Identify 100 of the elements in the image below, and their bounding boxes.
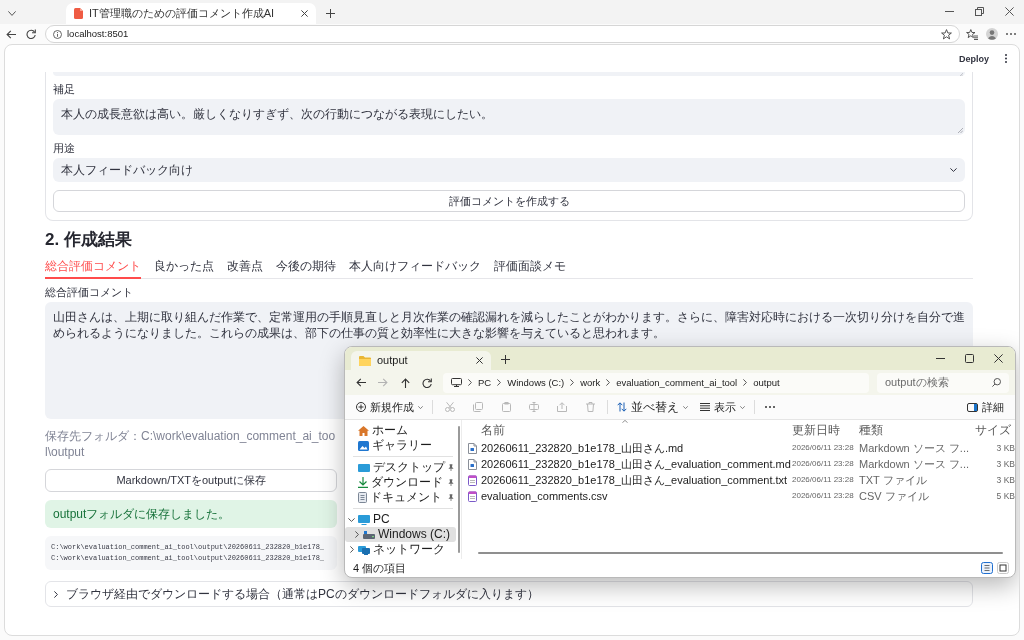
modified-date: 2026/06/11 23:28 xyxy=(792,458,855,470)
close-icon[interactable] xyxy=(476,357,483,364)
nav-item[interactable]: ダウンロード xyxy=(345,475,456,490)
address-bar[interactable]: PC Windows (C:) work evaluation_comment_ai_tool output xyxy=(443,372,869,393)
sort-button[interactable]: 並べ替え xyxy=(614,397,691,417)
address-field[interactable]: localhost:8501 xyxy=(45,25,960,43)
view-button[interactable]: 表示 xyxy=(697,397,748,417)
network-icon xyxy=(358,544,370,555)
file-name[interactable]: 20260611_232820_b1e178_山田さん.md xyxy=(481,440,684,456)
details-button[interactable]: 詳細 xyxy=(964,397,1007,417)
breadcrumb-item[interactable]: PC xyxy=(478,376,492,389)
file-size: 3 KB xyxy=(995,474,1015,486)
app-logo-icon xyxy=(74,8,83,19)
document-icon xyxy=(358,492,367,503)
tab[interactable]: 本人向けフィードバック xyxy=(349,255,481,279)
nav-item[interactable]: デスクトップ xyxy=(345,460,456,475)
modified-date: 2026/06/11 23:28 xyxy=(792,474,855,486)
back-arrow-icon[interactable] xyxy=(6,29,16,39)
text-area[interactable]: 本人の成長意欲は高い。厳しくなりすぎず、次の行動につながる表現にしたい。 xyxy=(53,99,965,135)
close-icon[interactable] xyxy=(1005,6,1014,16)
refresh-icon[interactable] xyxy=(422,377,432,388)
nav-item[interactable]: PC xyxy=(345,512,456,527)
home-icon xyxy=(358,425,369,436)
tab[interactable]: 良かった点 xyxy=(154,255,214,279)
chevron-right-icon[interactable] xyxy=(354,531,359,538)
explorer-tab[interactable]: output xyxy=(351,351,491,370)
file-icon xyxy=(468,458,477,470)
file-type: TXT ファイル xyxy=(859,472,928,488)
chevron-right-icon xyxy=(570,379,575,386)
minimize-icon[interactable] xyxy=(945,10,954,12)
nav-item[interactable]: ギャラリー xyxy=(345,438,456,453)
success-message: outputフォルダに保存しました。 xyxy=(45,500,337,528)
deploy-button[interactable]: Deploy xyxy=(955,50,993,67)
chevron-right-icon[interactable] xyxy=(349,546,354,553)
nav-item[interactable]: ホーム xyxy=(345,423,456,438)
avatar-icon[interactable] xyxy=(986,28,998,40)
sort-icon xyxy=(617,402,627,412)
square-view-icon[interactable] xyxy=(997,562,1009,574)
modified-date: 2026/06/11 23:28 xyxy=(792,490,855,502)
column-header[interactable]: 種類 xyxy=(859,422,971,438)
favorites-icon[interactable] xyxy=(966,28,978,40)
file-type: Markdown ソース フ... xyxy=(859,456,971,472)
list-view-icon[interactable] xyxy=(981,562,993,574)
submit-button[interactable]: 評価コメントを作成する xyxy=(53,190,965,212)
caret-down-icon xyxy=(418,405,423,409)
column-header[interactable]: サイズ xyxy=(975,422,1015,438)
column-header[interactable]: 名前 xyxy=(468,422,788,438)
breadcrumb-item[interactable]: work xyxy=(580,376,601,389)
plus-icon[interactable] xyxy=(326,9,335,18)
close-icon[interactable] xyxy=(301,10,308,17)
new-button[interactable]: 新規作成 xyxy=(353,397,426,417)
plus-circle-icon xyxy=(356,402,366,412)
tab[interactable]: 今後の期待 xyxy=(276,255,336,279)
field-label: 用途 xyxy=(53,141,75,156)
resize-grip-icon xyxy=(958,128,963,133)
nav-item[interactable]: ネットワーク xyxy=(345,542,456,557)
tab[interactable]: 評価面談メモ xyxy=(494,255,566,279)
caret-down-icon xyxy=(683,405,688,409)
search-field[interactable]: outputの検索 xyxy=(877,372,1009,393)
chevron-down-icon[interactable] xyxy=(8,11,16,16)
scrollbar[interactable] xyxy=(458,426,460,553)
close-icon[interactable] xyxy=(994,354,1003,363)
chevron-down-icon xyxy=(950,168,957,172)
plus-icon[interactable] xyxy=(501,355,510,364)
star-icon[interactable] xyxy=(941,28,952,40)
save-button[interactable]: Markdown/TXTをoutputに保存 xyxy=(45,469,337,492)
desktop-icon xyxy=(358,463,370,472)
breadcrumb-item[interactable]: Windows (C:) xyxy=(507,376,565,389)
chevron-right-icon xyxy=(606,379,611,386)
file-type: CSV ファイル xyxy=(859,488,930,504)
restore-icon[interactable] xyxy=(975,6,984,16)
browser-tab[interactable]: IT管理職のための評価コメント作成AI xyxy=(66,3,316,24)
search-icon xyxy=(992,378,1001,387)
chevron-right-icon xyxy=(497,379,502,386)
chevron-down-icon[interactable] xyxy=(348,517,355,522)
scrollbar[interactable] xyxy=(478,552,1003,554)
gallery-icon xyxy=(358,440,369,451)
folder-icon xyxy=(359,355,371,366)
nav-item[interactable]: Windows (C:) xyxy=(345,527,456,542)
up-arrow-icon[interactable] xyxy=(400,377,410,388)
expander[interactable]: ブラウザ経由でダウンロードする場合（通常はPCのダウンロードフォルダに入ります） xyxy=(45,581,973,607)
download-icon xyxy=(358,477,368,488)
maximize-icon[interactable] xyxy=(965,354,974,363)
item-count: 4 個の項目 xyxy=(353,560,407,576)
breadcrumb-item[interactable]: evaluation_comment_ai_tool xyxy=(616,376,738,389)
select-field[interactable]: 本人フィードバック向け xyxy=(53,158,965,182)
file-name[interactable]: 20260611_232820_b1e178_山田さん_evaluation_comment.md xyxy=(481,456,791,472)
breadcrumb-item[interactable]: output xyxy=(753,376,780,389)
column-header[interactable]: 更新日時 xyxy=(792,422,855,438)
file-size: 3 KB xyxy=(995,442,1015,454)
reload-icon[interactable] xyxy=(26,29,36,39)
file-name[interactable]: 20260611_232820_b1e178_山田さん_evaluation_comment.txt xyxy=(481,472,788,488)
tab[interactable]: 改善点 xyxy=(227,255,263,279)
back-arrow-icon[interactable] xyxy=(356,378,366,387)
resize-grip-icon xyxy=(960,73,963,76)
file-name[interactable]: evaluation_comments.csv xyxy=(481,488,608,504)
nav-item[interactable]: ドキュメント xyxy=(345,490,456,505)
file-icon xyxy=(468,442,477,454)
caret-up-icon xyxy=(622,420,628,423)
caret-down-icon xyxy=(740,405,745,409)
